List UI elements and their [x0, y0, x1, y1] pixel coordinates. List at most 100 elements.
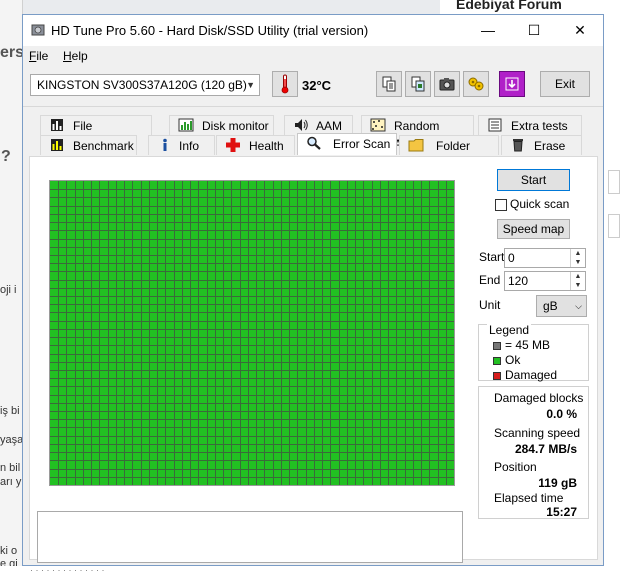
bg-text: iş bi — [0, 405, 20, 417]
exit-button[interactable]: Exit — [540, 71, 590, 97]
stats-group: Damaged blocks 0.0 % Scanning speed 284.… — [478, 386, 589, 519]
tab-label: Disk monitor — [202, 119, 269, 133]
window-title: HD Tune Pro 5.60 - Hard Disk/SSD Utility… — [51, 23, 369, 38]
temperature-readout: 32°C — [302, 78, 332, 93]
block-map — [49, 180, 455, 486]
legend-swatch-block — [493, 342, 501, 350]
minimize-button[interactable]: — — [465, 15, 511, 46]
block-map-fill — [50, 181, 454, 485]
bg-text: ers — [0, 44, 25, 61]
quick-scan-label: Quick scan — [510, 197, 570, 211]
tab-extra-tests[interactable]: Extra tests — [478, 115, 582, 135]
legend-title: Legend — [487, 323, 532, 337]
speed-map-button[interactable]: Speed map — [497, 219, 570, 239]
legend-ok: Ok — [505, 353, 521, 367]
tab-aam[interactable]: AAM — [284, 115, 353, 135]
legend-swatch-ok — [493, 357, 501, 365]
tab-label: Erase — [534, 139, 566, 153]
info-icon — [163, 138, 167, 151]
trash-icon — [513, 139, 523, 152]
chevron-down-icon: ⌵ — [575, 301, 582, 311]
bg-text: yaşa — [0, 434, 24, 446]
unit-select[interactable]: gB ⌵ — [536, 295, 587, 317]
tab-label: Benchmark — [73, 139, 134, 153]
start-position-value: 0 — [508, 251, 515, 265]
copy-screenshot-icon[interactable] — [405, 71, 431, 97]
tab-erase[interactable]: Erase — [501, 135, 582, 155]
legend-damaged: Damaged — [505, 368, 558, 382]
menu-file[interactable]: File — [29, 49, 48, 63]
bg-text: n bil — [0, 462, 21, 474]
legend-block-size: = 45 MB — [505, 338, 551, 352]
menu-help-accel: H — [63, 49, 72, 63]
menu-bar: File Help — [23, 46, 603, 66]
maximize-button[interactable]: ☐ — [511, 15, 557, 46]
bg-text: ki o — [0, 545, 18, 557]
camera-icon[interactable] — [434, 71, 460, 97]
tab-label: Info — [179, 139, 200, 153]
menu-help-label: elp — [71, 49, 88, 63]
start-position-label: Start — [479, 250, 505, 264]
tab-health[interactable]: Health — [216, 135, 295, 155]
spin-up-icon[interactable]: ▲ — [570, 249, 585, 258]
bg-text: · · · · · · · · · · · · · · — [30, 565, 105, 575]
disk-monitor-icon — [178, 118, 194, 132]
tab-label: Health — [249, 139, 284, 153]
bg-header-text: Edebiyat Forum — [456, 0, 562, 12]
tab-info[interactable]: Info — [148, 135, 215, 155]
spin-down-icon[interactable]: ▼ — [570, 281, 585, 290]
app-icon — [31, 24, 45, 36]
background-page-left: ers ? oji i iş bi yaşa n bil arı y ki o … — [0, 0, 25, 578]
tab-disk-monitor[interactable]: Disk monitor — [169, 115, 274, 135]
position-value: 119 gB — [538, 476, 577, 490]
scan-log[interactable] — [37, 511, 463, 563]
tab-folder-usage[interactable]: Folder Usage — [399, 135, 499, 171]
close-button[interactable]: ✕ — [557, 15, 603, 46]
tab-random-access[interactable]: Random Access — [361, 115, 474, 151]
error-scan-panel: Start Quick scan Speed map Start 0 ▲ ▼ E… — [29, 156, 598, 563]
tab-benchmark[interactable]: Benchmark — [40, 135, 137, 155]
unit-label: Unit — [479, 298, 501, 312]
spin-up-icon[interactable]: ▲ — [570, 272, 585, 281]
magnifier-icon — [307, 136, 321, 150]
random-access-icon — [370, 118, 386, 132]
quick-scan-checkbox[interactable] — [495, 199, 507, 211]
end-position-field[interactable]: 120 ▲ ▼ — [504, 271, 586, 291]
file-benchmark-icon — [51, 119, 63, 131]
elapsed-time-label: Elapsed time — [494, 491, 564, 505]
tab-strip: File Benchmark Disk monitor AAM Random A… — [23, 115, 603, 171]
drive-select[interactable]: KINGSTON SV300S37A120G (120 gB) ▼ — [30, 74, 260, 96]
benchmark-icon — [51, 139, 63, 151]
save-download-icon[interactable] — [499, 71, 525, 97]
start-position-field[interactable]: 0 ▲ ▼ — [504, 248, 586, 268]
menu-file-label: ile — [36, 49, 49, 63]
background-page-right — [604, 0, 625, 578]
copy-text-icon[interactable] — [376, 71, 402, 97]
bg-widget — [608, 170, 620, 194]
extra-tests-icon — [488, 118, 502, 132]
speaker-icon — [295, 119, 308, 131]
health-cross-icon — [226, 138, 240, 152]
start-button[interactable]: Start — [497, 169, 570, 191]
tab-error-scan[interactable]: Error Scan — [297, 133, 397, 155]
tab-file-benchmark[interactable]: File Benchmark — [40, 115, 152, 151]
chevron-down-icon: ▼ — [246, 80, 255, 90]
title-bar[interactable]: HD Tune Pro 5.60 - Hard Disk/SSD Utility… — [23, 15, 603, 46]
options-icon[interactable] — [463, 71, 489, 97]
toolbar: KINGSTON SV300S37A120G (120 gB) ▼ 32°C E… — [23, 68, 603, 107]
bg-text: ? — [1, 148, 11, 165]
background-page-bottom: · · · · · · · · · · · · · · — [0, 565, 625, 578]
end-position-label: End — [479, 273, 501, 287]
legend-group: Legend = 45 MB Ok Damaged — [478, 323, 589, 382]
bg-widget — [608, 214, 620, 238]
damaged-blocks-value: 0.0 % — [546, 407, 577, 421]
scanning-speed-label: Scanning speed — [494, 426, 581, 440]
damaged-blocks-label: Damaged blocks — [494, 391, 584, 405]
spin-down-icon[interactable]: ▼ — [570, 258, 585, 267]
bg-text: arı y — [0, 476, 22, 488]
background-page-header: Edebiyat Forum — [440, 0, 625, 15]
menu-help[interactable]: Help — [63, 49, 88, 63]
bg-text: oji i — [0, 284, 17, 296]
unit-select-value: gB — [543, 299, 558, 313]
temperature-icon — [272, 71, 298, 97]
